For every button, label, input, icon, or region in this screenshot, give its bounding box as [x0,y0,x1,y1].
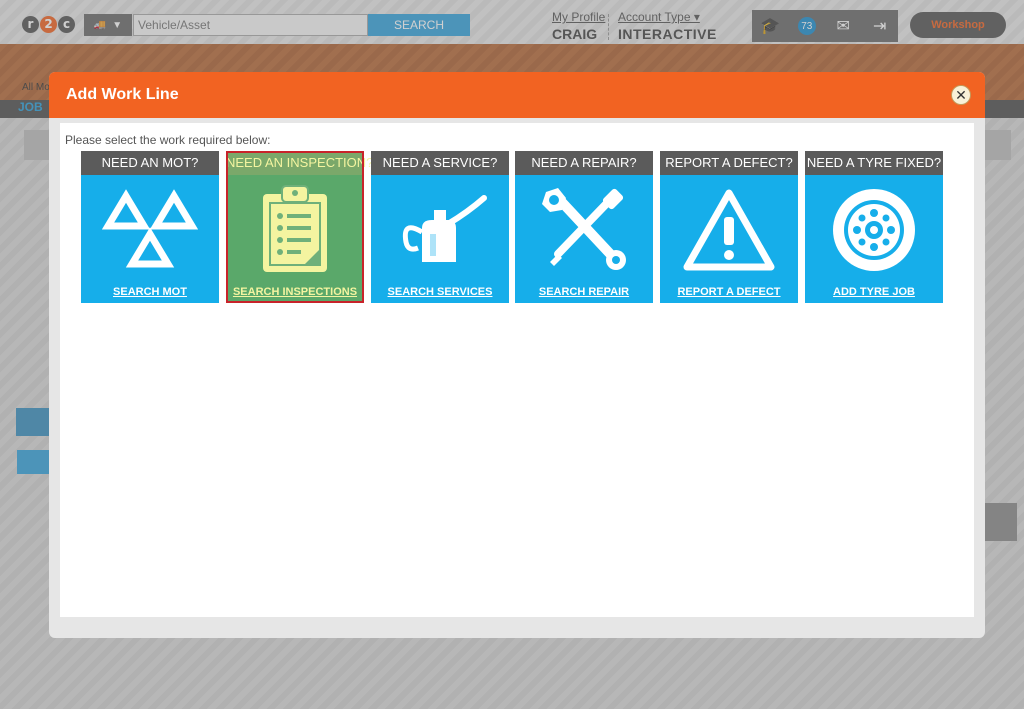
tile-repair[interactable]: NEED A REPAIR? SEARCH REPAIR [515,151,653,303]
modal-body: Please select the work required below: N… [60,123,974,617]
tile-link[interactable]: SEARCH SERVICES [371,286,509,298]
tile-tyre[interactable]: NEED A TYRE FIXED? ADD TYRE JOB [805,151,943,303]
work-type-tiles: NEED AN MOT? SEARCH MOT NEED AN INSPECTI… [81,151,951,303]
tile-heading: NEED A SERVICE? [371,151,509,175]
tile-link[interactable]: SEARCH REPAIR [515,286,653,298]
tile-heading: NEED AN INSPECTION? [226,151,373,175]
tile-link[interactable]: REPORT A DEFECT [660,286,798,298]
close-button[interactable]: ✕ [951,85,971,105]
close-icon: ✕ [955,87,967,103]
tile-heading: NEED A TYRE FIXED? [805,151,943,175]
tyre-icon [805,175,943,285]
tile-inspection[interactable]: NEED AN INSPECTION? SEARCH INSPECTIONS [226,151,373,303]
tile-link[interactable]: ADD TYRE JOB [805,286,943,298]
warning-icon [660,175,798,285]
tile-link[interactable]: SEARCH MOT [81,286,219,298]
modal-title: Add Work Line [66,86,179,103]
clipboard-icon [226,175,364,285]
tile-defect[interactable]: REPORT A DEFECT? REPORT A DEFECT [660,151,798,303]
tile-link[interactable]: SEARCH INSPECTIONS [226,286,364,298]
tile-heading: NEED AN MOT? [81,151,219,175]
tile-heading: REPORT A DEFECT? [660,151,798,175]
oil-can-icon [371,175,509,285]
instructions-text: Please select the work required below: [65,133,271,147]
add-work-line-modal: Add Work Line ✕ Please select the work r… [49,72,985,638]
tile-service[interactable]: NEED A SERVICE? SEARCH SERVICES [371,151,509,303]
modal-header: Add Work Line ✕ [49,72,985,118]
tile-mot[interactable]: NEED AN MOT? SEARCH MOT [81,151,219,303]
tools-icon [515,175,653,285]
mot-triangles-icon [81,175,219,285]
tile-heading: NEED A REPAIR? [515,151,653,175]
